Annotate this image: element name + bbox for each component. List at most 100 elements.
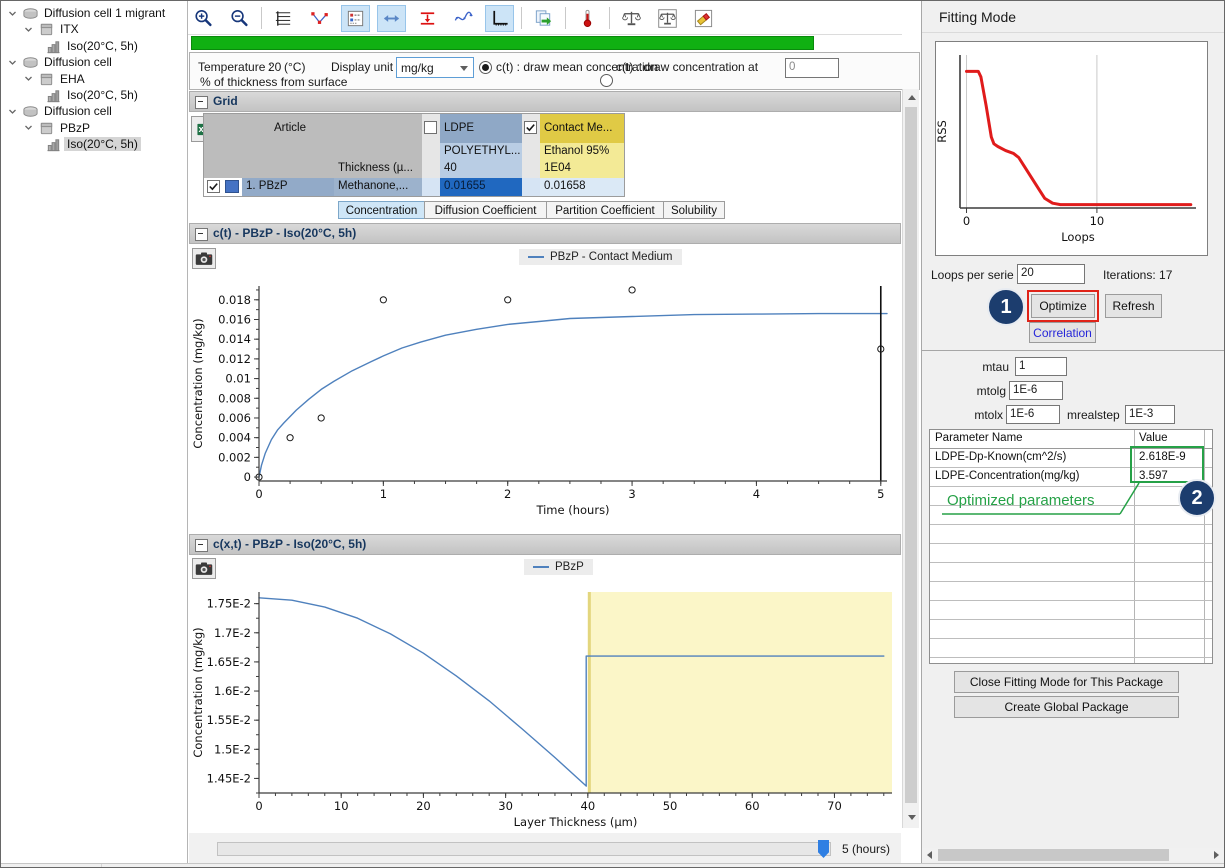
tab-solubility[interactable]: Solubility xyxy=(663,201,725,219)
axis-scale-icon[interactable] xyxy=(269,5,298,32)
contact-material-cell[interactable]: Ethanol 95% xyxy=(540,143,624,160)
svg-text:1.6E-2: 1.6E-2 xyxy=(214,684,251,698)
chevron-down-icon[interactable] xyxy=(7,8,18,19)
time-slider-track[interactable] xyxy=(217,842,831,856)
scroll-up-icon[interactable] xyxy=(908,95,916,100)
limits-icon[interactable] xyxy=(413,5,442,32)
measurement-icon xyxy=(45,136,62,152)
ldpe-thickness-cell[interactable]: 40 xyxy=(440,160,522,178)
migrant-name-cell[interactable]: 1. PBzP xyxy=(242,178,334,196)
collapse-icon[interactable] xyxy=(195,228,208,241)
legend-list-icon[interactable] xyxy=(341,4,370,32)
parameter-table-row[interactable] xyxy=(930,544,1212,563)
vertical-scrollbar-thumb[interactable] xyxy=(905,107,917,803)
tab-concentration[interactable]: Concentration xyxy=(338,201,425,219)
ldpe-column-checkbox[interactable] xyxy=(424,121,437,134)
tree-item-iso-20-c-5h-[interactable]: Iso(20°C, 5h) xyxy=(1,87,141,103)
balance-icon[interactable] xyxy=(617,5,646,32)
zoom-out-icon[interactable] xyxy=(225,5,254,32)
draw-concentration-at-radio[interactable] xyxy=(600,74,613,87)
axes-icon[interactable] xyxy=(485,4,514,32)
display-unit-select[interactable]: mg/kg xyxy=(396,57,474,78)
migrant-row-checkbox[interactable] xyxy=(207,180,220,193)
ldpe-concentration-cell[interactable]: 0.01655 xyxy=(440,178,522,196)
smooth-curve-icon[interactable] xyxy=(449,5,478,32)
eraser-icon[interactable] xyxy=(689,5,718,32)
parameter-table-row[interactable] xyxy=(930,658,1212,663)
svg-text:0.016: 0.016 xyxy=(218,312,251,326)
draw-mean-concentration-radio[interactable] xyxy=(479,61,492,74)
temperature-value: 20 xyxy=(268,60,282,74)
svg-text:0: 0 xyxy=(255,799,262,813)
series-color-swatch[interactable] xyxy=(225,180,239,193)
parameter-table-row[interactable] xyxy=(930,582,1212,601)
parameter-table-row[interactable] xyxy=(930,525,1212,544)
scroll-left-icon[interactable] xyxy=(927,851,932,859)
contact-thickness-cell[interactable]: 1E04 xyxy=(540,160,624,178)
close-fitting-mode-button[interactable]: Close Fitting Mode for This Package xyxy=(954,671,1179,693)
chevron-down-icon[interactable] xyxy=(23,122,34,133)
mrealstep-label: mrealstep xyxy=(1067,408,1120,422)
cxt-chart-section-header: c(x,t) - PBzP - Iso(20°C, 5h) xyxy=(189,534,901,555)
correlation-button[interactable]: Correlation xyxy=(1029,322,1096,343)
svg-text:1.75E-2: 1.75E-2 xyxy=(207,597,251,611)
chevron-down-icon[interactable] xyxy=(7,106,18,117)
horizontal-scrollbar[interactable] xyxy=(922,848,1224,862)
tree-item-eha[interactable]: EHA xyxy=(1,71,88,87)
concentration-vs-time-chart[interactable]: 0 1 2 3 4 5 0 0.002 0.004 0.006 0.008 0.01 0.012 0.01… xyxy=(188,244,901,531)
ldpe-row-gutter xyxy=(422,178,440,196)
vertical-scrollbar[interactable] xyxy=(902,89,919,828)
parameter-table-row[interactable] xyxy=(930,639,1212,658)
copy-chart-icon[interactable] xyxy=(529,5,558,32)
svg-text:3: 3 xyxy=(628,487,635,501)
ldpe-column-header[interactable]: LDPE xyxy=(440,114,522,143)
mtau-input[interactable]: 1 xyxy=(1015,357,1067,376)
loops-per-serie-input[interactable]: 20 xyxy=(1017,264,1085,284)
tree-item-iso-20-c-5h-[interactable]: Iso(20°C, 5h) xyxy=(1,38,141,54)
scatter-points-icon[interactable] xyxy=(305,5,334,32)
chevron-down-icon[interactable] xyxy=(7,57,18,68)
refresh-button[interactable]: Refresh xyxy=(1105,294,1162,318)
tab-partition-coefficient[interactable]: Partition Coefficient xyxy=(546,201,664,219)
parameter-table-row[interactable] xyxy=(930,563,1212,582)
temperature-unit: (°C) xyxy=(284,60,306,74)
panel-divider xyxy=(922,350,1224,351)
contact-column-checkbox[interactable] xyxy=(524,121,537,134)
mtolg-input[interactable]: 1E-6 xyxy=(1009,381,1063,400)
rss-convergence-chart[interactable]: 0 10 Loops RSS xyxy=(936,42,1207,255)
chevron-down-icon[interactable] xyxy=(23,24,34,35)
migrant-substance-cell[interactable]: Methanone,... xyxy=(334,178,422,196)
thickness-percent-input[interactable]: 0 xyxy=(785,58,839,78)
parameter-table-row[interactable] xyxy=(930,601,1212,620)
svg-text:0: 0 xyxy=(963,214,970,228)
tree-item-diffusion-cell[interactable]: Diffusion cell xyxy=(1,103,115,119)
create-global-package-button[interactable]: Create Global Package xyxy=(954,696,1179,718)
scroll-down-icon[interactable] xyxy=(908,815,916,820)
thermometer-icon[interactable] xyxy=(573,5,602,32)
chevron-down-icon[interactable] xyxy=(23,73,34,84)
svg-text:Layer Thickness (µm): Layer Thickness (µm) xyxy=(514,815,638,829)
tab-diffusion-coefficient[interactable]: Diffusion Coefficient xyxy=(424,201,547,219)
fit-width-icon[interactable] xyxy=(377,4,406,32)
contact-column-header[interactable]: Contact Me... xyxy=(540,114,624,143)
draw-concentration-at-label: c(t) : draw concentration at xyxy=(616,60,759,74)
tree-item-itx[interactable]: ITX xyxy=(1,21,82,37)
tree-item-diffusion-cell[interactable]: Diffusion cell xyxy=(1,54,115,70)
status-bar-divider xyxy=(101,864,102,867)
collapse-icon[interactable] xyxy=(195,96,208,109)
parameter-table-row[interactable] xyxy=(930,620,1212,639)
tree-item-diffusion-cell-1-migrant[interactable]: Diffusion cell 1 migrant xyxy=(1,5,168,21)
contact-concentration-cell[interactable]: 0.01658 xyxy=(540,178,624,196)
horizontal-scrollbar-thumb[interactable] xyxy=(938,849,1169,861)
mtolx-input[interactable]: 1E-6 xyxy=(1006,405,1060,424)
package-icon xyxy=(38,71,55,87)
scroll-right-icon[interactable] xyxy=(1214,851,1219,859)
collapse-icon[interactable] xyxy=(195,539,208,552)
tree-item-pbzp[interactable]: PBzP xyxy=(1,120,93,136)
mrealstep-input[interactable]: 1E-3 xyxy=(1125,405,1175,424)
balance-box-icon[interactable] xyxy=(653,5,682,32)
concentration-vs-thickness-chart[interactable]: 0 10 20 30 40 50 60 70 1.45E-2 1.5E-2 1.55E-2 1.6E-… xyxy=(188,555,901,833)
zoom-in-icon[interactable] xyxy=(189,5,218,32)
ldpe-material-cell[interactable]: POLYETHYL... xyxy=(440,143,522,160)
tree-item-iso-20-c-5h-[interactable]: Iso(20°C, 5h) xyxy=(1,136,141,152)
